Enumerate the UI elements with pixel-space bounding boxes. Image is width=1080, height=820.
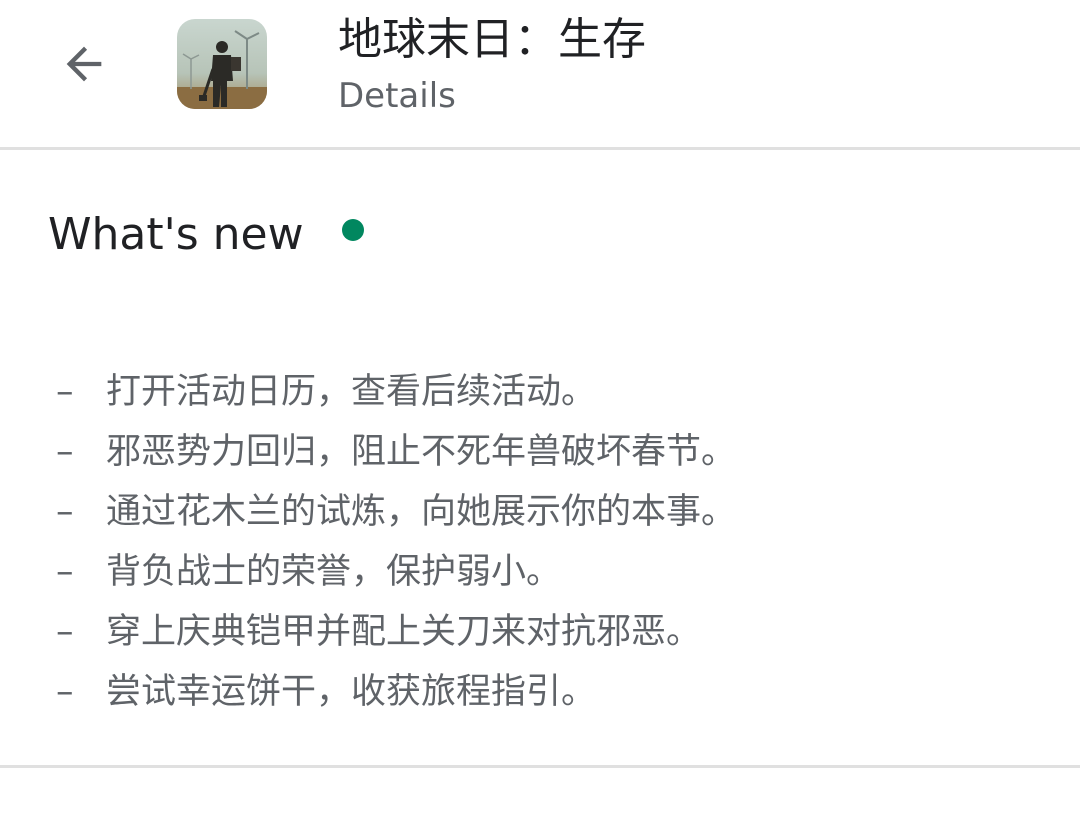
bullet-dash: – xyxy=(56,612,74,652)
release-note: 背负战士的荣誉，保护弱小。 xyxy=(106,552,562,592)
app-title: 地球末日：生存 xyxy=(338,14,646,65)
release-note: 邪恶势力回归，阻止不死年兽破坏春节。 xyxy=(106,432,737,472)
list-item: – 背负战士的荣誉，保护弱小。 xyxy=(56,542,1056,602)
bullet-dash: – xyxy=(56,492,74,532)
section-title: What's new xyxy=(48,209,304,260)
list-item: – 穿上庆典铠甲并配上关刀来对抗邪恶。 xyxy=(56,602,1056,662)
bullet-dash: – xyxy=(56,552,74,592)
bullet-dash: – xyxy=(56,432,74,472)
app-bar: 地球末日：生存 Details xyxy=(0,0,1080,150)
bullet-dash: – xyxy=(56,672,74,712)
release-note: 通过花木兰的试炼，向她展示你的本事。 xyxy=(106,492,737,532)
new-indicator-dot xyxy=(341,219,364,241)
back-button[interactable] xyxy=(48,28,120,100)
bullet-dash: – xyxy=(56,372,74,412)
list-item: – 打开活动日历，查看后续活动。 xyxy=(56,362,1056,422)
list-item: – 通过花木兰的试炼，向她展示你的本事。 xyxy=(56,482,1056,542)
game-app-icon[interactable] xyxy=(177,19,267,109)
list-item: – 尝试幸运饼干，收获旅程指引。 xyxy=(56,662,1056,722)
release-note: 打开活动日历，查看后续活动。 xyxy=(106,372,597,412)
whats-new-header: What's new xyxy=(48,205,364,265)
list-item: – 邪恶势力回归，阻止不死年兽破坏春节。 xyxy=(56,422,1056,482)
release-note: 穿上庆典铠甲并配上关刀来对抗邪恶。 xyxy=(106,612,702,652)
arrow-back-icon xyxy=(66,46,102,82)
page-subtitle: Details xyxy=(338,76,456,116)
divider xyxy=(0,765,1080,768)
release-note: 尝试幸运饼干，收获旅程指引。 xyxy=(106,672,597,712)
release-notes-list: – 打开活动日历，查看后续活动。 – 邪恶势力回归，阻止不死年兽破坏春节。 – 通过花… xyxy=(56,362,1056,722)
